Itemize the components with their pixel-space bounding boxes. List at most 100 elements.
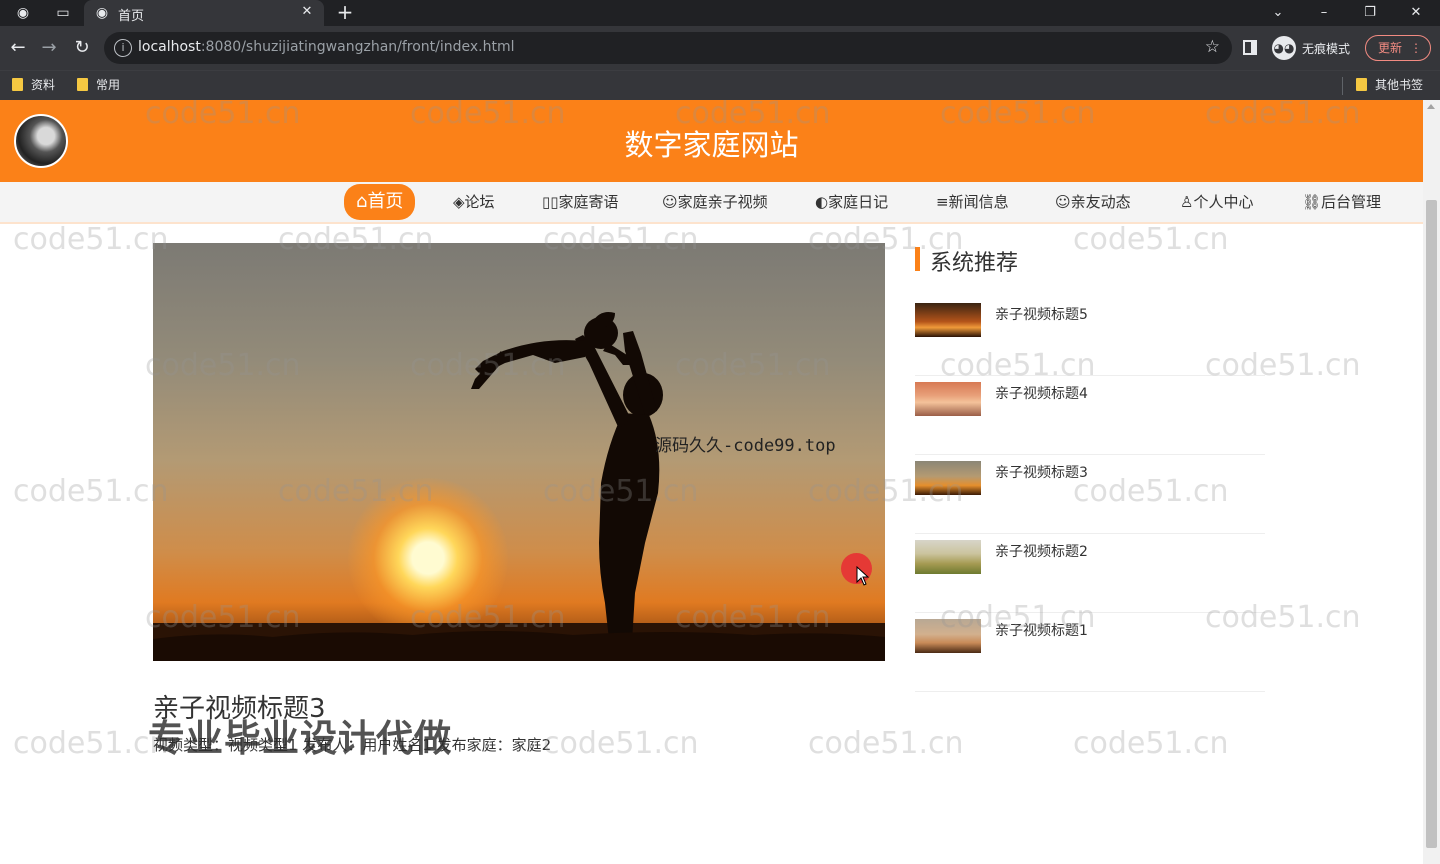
nav-label: 后台管理 xyxy=(1321,193,1382,211)
watermark-ad: 专业毕业设计代做 xyxy=(148,717,452,760)
nav-item-forum[interactable]: ◈论坛 xyxy=(453,190,495,218)
nav-label: 个人中心 xyxy=(1193,193,1254,211)
side-panel-icon[interactable] xyxy=(1243,40,1257,55)
friends-icon: ☺ xyxy=(1055,193,1071,211)
nav-item-user-center[interactable]: ♙个人中心 xyxy=(1180,190,1253,218)
nav-item-family-video[interactable]: ☺家庭亲子视频 xyxy=(662,190,768,218)
globe-icon[interactable]: ◉ xyxy=(14,4,32,22)
other-bookmarks[interactable]: 其他书签 xyxy=(1356,76,1423,93)
bookmark-folder-ziliao[interactable]: 资料 xyxy=(12,76,55,93)
browser-toolbar: ← → ↻ i localhost:8080/shuzijiatingwangz… xyxy=(0,26,1440,70)
watermark-text: code51.cn xyxy=(1205,100,1361,131)
bookmark-star-icon[interactable]: ☆ xyxy=(1205,37,1220,57)
site-info-icon[interactable]: i xyxy=(114,39,132,57)
window-close-icon[interactable]: ✕ xyxy=(1401,2,1431,24)
tab-title[interactable]: 首页 xyxy=(118,5,144,24)
nav-item-news[interactable]: ≡新闻信息 xyxy=(936,190,1009,218)
recommend-item[interactable]: 亲子视频标题4 xyxy=(915,376,1265,455)
scroll-up-arrow-icon[interactable] xyxy=(1427,104,1435,109)
watermark-text: code51.cn xyxy=(13,474,169,509)
other-bookmarks-label: 其他书签 xyxy=(1375,78,1424,92)
watermark-text: code51.cn xyxy=(410,600,566,635)
recommend-thumbnail[interactable] xyxy=(915,303,981,337)
update-label: 更新 xyxy=(1378,41,1403,55)
scroll-thumb[interactable] xyxy=(1426,200,1437,848)
nav-item-home[interactable]: ⌂首页 xyxy=(344,184,416,220)
recommend-thumbnail[interactable] xyxy=(915,540,981,574)
watermark-text: code51.cn xyxy=(808,726,964,761)
watermark-text: code51.cn xyxy=(1205,600,1361,635)
watermark-text: code51.cn xyxy=(808,474,964,509)
tab-favicon-globe-icon: ◉ xyxy=(95,5,109,21)
folder-icon xyxy=(12,78,23,91)
url-path: :8080/shuzijiatingwangzhan/front/index.h… xyxy=(200,39,515,55)
incognito-label[interactable]: 无痕模式 xyxy=(1302,40,1350,57)
watermark-text: code51.cn xyxy=(13,222,169,257)
watermark-text: code51.cn xyxy=(675,100,831,131)
watermark-text: code51.cn xyxy=(940,600,1096,635)
watermark-text: code51.cn xyxy=(543,222,699,257)
watermark-text: code51.cn xyxy=(940,100,1096,131)
watermark-text: code51.cn xyxy=(1073,222,1229,257)
watermark-text: code51.cn xyxy=(1205,348,1361,383)
address-bar[interactable]: i localhost:8080/shuzijiatingwangzhan/fr… xyxy=(104,32,1232,64)
tab-list-chevron-icon[interactable]: ⌄ xyxy=(1263,2,1293,24)
page-scrollbar[interactable] xyxy=(1423,100,1440,864)
more-menu-icon[interactable]: ⋮ xyxy=(1410,36,1422,60)
watermark-code99: 源码久久-code99.top xyxy=(655,436,836,456)
recommend-item-title[interactable]: 亲子视频标题4 xyxy=(995,383,1088,403)
recommend-thumbnail[interactable] xyxy=(915,382,981,416)
watermark-text: code51.cn xyxy=(13,726,169,761)
recommend-item-title[interactable]: 亲子视频标题2 xyxy=(995,541,1088,561)
nav-label: 家庭寄语 xyxy=(558,193,619,211)
news-icon: ≡ xyxy=(936,193,949,211)
watermark-text: code51.cn xyxy=(410,348,566,383)
bookmark-label: 常用 xyxy=(96,78,121,92)
incognito-icon[interactable]: ◕◕ xyxy=(1272,36,1296,60)
watermark-text: code51.cn xyxy=(675,348,831,383)
message-icon: ▯▯ xyxy=(542,193,559,211)
watermark-text: code51.cn xyxy=(145,600,301,635)
forum-icon: ◈ xyxy=(453,193,465,211)
mouse-cursor-icon xyxy=(856,566,870,586)
main-nav: ⌂首页 ◈论坛 ▯▯家庭寄语 ☺家庭亲子视频 ◐家庭日记 ≡新闻信息 ☺亲友动态… xyxy=(0,182,1423,224)
nav-label: 首页 xyxy=(367,191,404,212)
video-icon: ☺ xyxy=(662,193,678,211)
new-tab-icon[interactable]: + xyxy=(334,1,356,23)
watermark-text: code51.cn xyxy=(543,474,699,509)
home-icon: ⌂ xyxy=(356,191,368,212)
folder-icon xyxy=(1356,78,1367,91)
nav-label: 家庭日记 xyxy=(828,193,889,211)
nav-label: 新闻信息 xyxy=(948,193,1009,211)
nav-item-family-diary[interactable]: ◐家庭日记 xyxy=(815,190,888,218)
watermark-text: code51.cn xyxy=(410,100,566,131)
nav-item-admin[interactable]: ⛓后台管理 xyxy=(1302,190,1381,218)
back-icon[interactable]: ← xyxy=(7,37,29,59)
tab-close-icon[interactable]: ✕ xyxy=(298,3,316,21)
reload-icon[interactable]: ↻ xyxy=(71,37,93,59)
update-button[interactable]: 更新 ⋮ xyxy=(1365,35,1431,61)
watermark-text: code51.cn xyxy=(940,348,1096,383)
forward-icon[interactable]: → xyxy=(38,37,60,59)
watermark-text: code51.cn xyxy=(675,600,831,635)
nav-label: 论坛 xyxy=(464,193,495,211)
restore-icon[interactable]: ❐ xyxy=(1355,2,1385,24)
bookmark-separator xyxy=(1342,77,1343,95)
watermark-text: code51.cn xyxy=(1073,726,1229,761)
nav-label: 家庭亲子视频 xyxy=(677,193,768,211)
minimize-icon[interactable]: – xyxy=(1309,2,1339,24)
url-text[interactable]: localhost:8080/shuzijiatingwangzhan/fron… xyxy=(138,39,515,55)
bookmark-folder-changyong[interactable]: 常用 xyxy=(77,76,120,93)
browser-tab-bar: ◉ ▭ ◉ 首页 ✕ + ⌄ – ❐ ✕ xyxy=(0,0,1440,26)
url-host: localhost xyxy=(138,39,201,55)
nav-item-friends-news[interactable]: ☺亲友动态 xyxy=(1055,190,1131,218)
watermark-text: code51.cn xyxy=(808,222,964,257)
nav-item-family-message[interactable]: ▯▯家庭寄语 xyxy=(542,190,619,218)
diary-icon: ◐ xyxy=(815,193,829,211)
page-viewport: 数字家庭网站 ⌂首页 ◈论坛 ▯▯家庭寄语 ☺家庭亲子视频 ◐家庭日记 ≡新闻信… xyxy=(0,100,1440,864)
recommend-item-title[interactable]: 亲子视频标题5 xyxy=(995,304,1088,324)
watermark-text: code51.cn xyxy=(1073,474,1229,509)
tab-search-icon[interactable]: ▭ xyxy=(54,4,72,22)
nav-label: 亲友动态 xyxy=(1070,193,1131,211)
bookmarks-bar: 资料 常用 其他书签 xyxy=(0,70,1440,100)
